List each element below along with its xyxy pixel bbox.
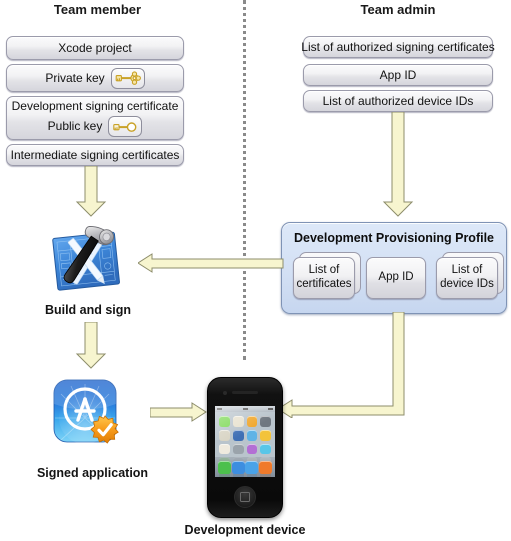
phone-screen	[215, 406, 275, 477]
box-xcode-project-label: Xcode project	[58, 40, 132, 55]
arrow-signed-app-to-device	[150, 400, 207, 424]
profile-item-list-of-device-ids[interactable]: List of device IDs	[436, 252, 504, 299]
phone-app-icon	[246, 443, 258, 455]
box-public-key-label: Public key	[47, 119, 103, 133]
front-camera-icon	[223, 391, 227, 395]
column-title-team-member: Team member	[53, 2, 142, 17]
phone-app-icon	[260, 443, 271, 455]
phone-dock-icon	[258, 460, 272, 474]
arrow-admin-to-profile	[381, 112, 415, 218]
arrow-member-to-build	[74, 166, 108, 218]
phone-app-icon	[219, 416, 230, 427]
phone-app-icon	[246, 416, 258, 427]
earpiece-speaker	[232, 391, 258, 394]
arrow-profile-to-build	[138, 251, 284, 275]
phone-app-icon	[260, 429, 271, 441]
phone-app-icon	[246, 429, 258, 441]
label-signed-application: Signed application	[36, 466, 149, 480]
phone-app-icon	[232, 429, 244, 441]
phone-app-icon	[232, 416, 244, 427]
box-dev-signing-cert-label: Development signing certificate	[11, 99, 179, 113]
profile-title: Development Provisioning Profile	[293, 231, 495, 245]
profile-item-app-id-label: App ID	[378, 271, 414, 284]
box-auth-device-ids-label: List of authorized device IDs	[322, 93, 474, 108]
xcode-icon	[46, 224, 130, 294]
box-authorized-signing-certificates[interactable]: List of authorized signing certificates	[301, 36, 495, 58]
development-device-iphone	[207, 377, 283, 518]
box-xcode-project[interactable]: Xcode project	[6, 36, 184, 60]
phone-app-icon	[219, 429, 230, 441]
box-authorized-device-ids[interactable]: List of authorized device IDs	[303, 90, 493, 112]
box-app-id[interactable]: App ID	[303, 64, 493, 86]
box-intermediate-signing-certificates[interactable]: Intermediate signing certificates	[6, 144, 184, 166]
phone-dock-icon	[218, 460, 232, 474]
arrow-profile-to-device	[278, 312, 406, 418]
profile-item-cert-line1: List of	[308, 264, 340, 277]
box-app-id-label: App ID	[379, 67, 417, 82]
development-provisioning-profile[interactable]: Development Provisioning Profile List of…	[281, 222, 507, 314]
phone-app-icon	[232, 443, 244, 455]
column-title-team-admin: Team admin	[360, 2, 436, 17]
phone-dock-icon	[245, 460, 259, 474]
box-auth-certs-label: List of authorized signing certificates	[301, 39, 495, 54]
profile-item-list-of-certificates[interactable]: List of certificates	[293, 252, 361, 299]
phone-dock	[215, 457, 275, 477]
profile-item-cert-line2: certificates	[296, 278, 352, 290]
diagram-canvas: Team member Team admin Xcode project Pri…	[0, 0, 511, 541]
profile-item-app-id[interactable]: App ID	[366, 257, 426, 299]
column-divider	[243, 0, 246, 360]
box-development-signing-certificate[interactable]: Development signing certificate Public k…	[6, 96, 184, 140]
box-intermediate-certs-label: Intermediate signing certificates	[10, 147, 180, 162]
phone-app-icon	[260, 416, 271, 427]
public-key-icon	[108, 116, 143, 137]
profile-item-devids-line2: device IDs	[440, 278, 494, 290]
phone-dock-icon	[231, 460, 245, 474]
box-private-key-label: Private key	[45, 70, 105, 85]
signed-application-icon	[51, 378, 129, 456]
profile-item-devids-line1: List of	[451, 264, 483, 277]
label-development-device: Development device	[184, 523, 306, 537]
box-private-key[interactable]: Private key	[6, 64, 184, 92]
phone-app-icon	[219, 443, 230, 455]
label-build-and-sign: Build and sign	[44, 303, 132, 317]
home-button-icon[interactable]	[234, 486, 256, 508]
arrow-build-to-signed-app	[74, 322, 108, 370]
private-key-icon	[110, 67, 145, 89]
